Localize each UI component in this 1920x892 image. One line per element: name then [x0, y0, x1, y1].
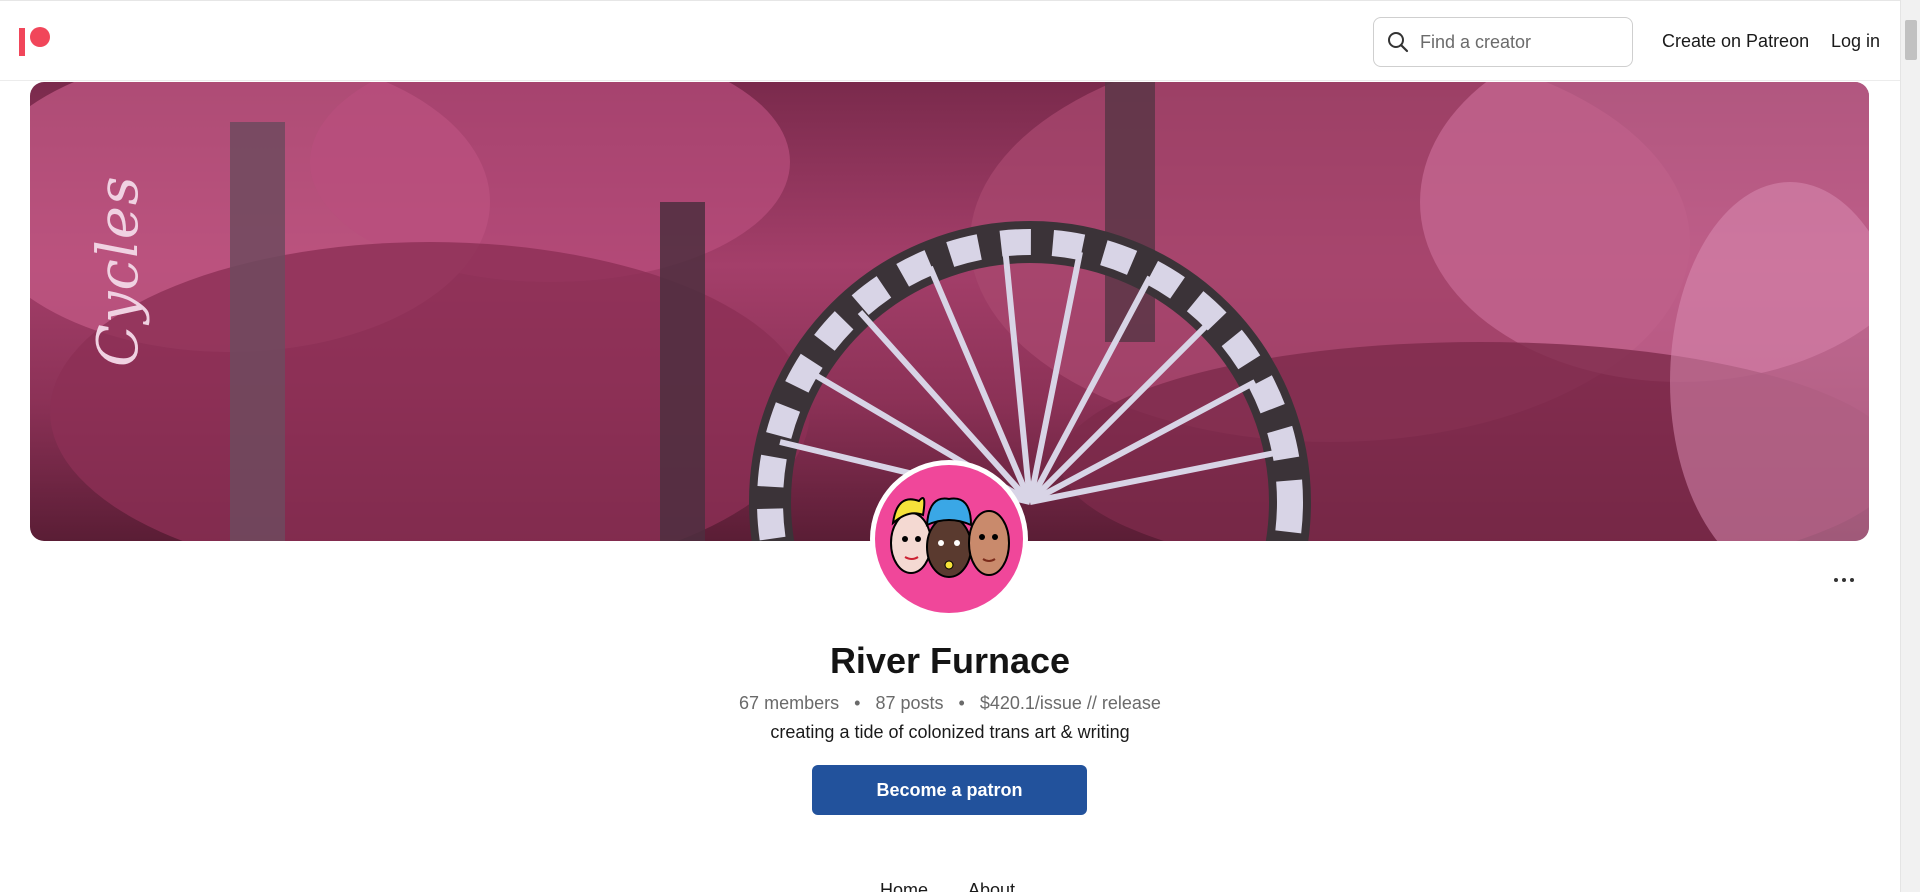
- scrollbar-thumb[interactable]: [1905, 20, 1917, 60]
- create-on-patreon-link[interactable]: Create on Patreon: [1662, 31, 1809, 52]
- stats-separator: •: [854, 693, 861, 713]
- creator-name: River Furnace: [829, 640, 1071, 681]
- top-navigation-bar: Create on Patreon Log in: [0, 0, 1900, 81]
- logo-bar: [19, 28, 25, 56]
- log-in-link[interactable]: Log in: [1831, 31, 1880, 52]
- avatar-faces-illustration: [890, 497, 1010, 578]
- patreon-logo[interactable]: [19, 27, 51, 57]
- search-input[interactable]: [1420, 31, 1620, 53]
- more-options-button[interactable]: [1826, 568, 1862, 592]
- search-box[interactable]: [1373, 17, 1633, 67]
- posts-count: 87 posts: [875, 693, 944, 713]
- banner-overlay-text: Cycles: [86, 175, 151, 367]
- logo-dot: [30, 27, 50, 47]
- price-per-issue: $420.1/issue // release: [979, 693, 1161, 713]
- tab-about[interactable]: About: [968, 880, 1015, 892]
- creator-avatar: [870, 460, 1028, 618]
- page-scrollbar[interactable]: [1900, 0, 1920, 892]
- creator-tagline: creating a tide of colonized trans art &…: [770, 722, 1130, 742]
- more-dot-icon: [1834, 578, 1838, 582]
- search-icon: [1388, 32, 1409, 53]
- members-count: 67 members: [739, 693, 840, 713]
- tab-home[interactable]: Home: [880, 880, 928, 892]
- patreon-creator-page: Create on Patreon Log in: [0, 0, 1920, 892]
- profile-tabs: Home About: [880, 880, 1015, 892]
- more-dot-icon: [1850, 578, 1854, 582]
- stats-separator: •: [958, 693, 965, 713]
- avatar-image: [875, 465, 1023, 613]
- more-dot-icon: [1842, 578, 1846, 582]
- creator-stats: 67 members • 87 posts • $420.1/issue // …: [0, 693, 1900, 714]
- become-a-patron-button[interactable]: Become a patron: [812, 765, 1087, 815]
